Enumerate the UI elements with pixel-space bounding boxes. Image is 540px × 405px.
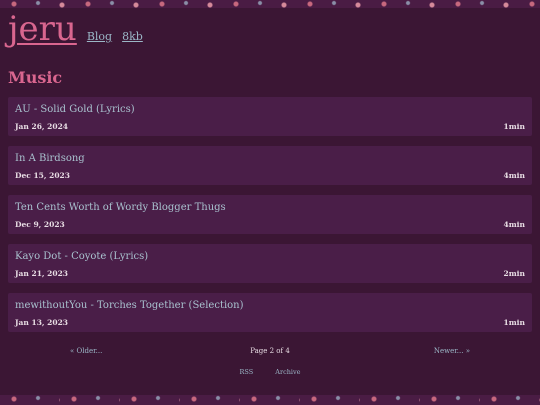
pagination: « Older... Page 2 of 4 Newer... »	[8, 342, 532, 360]
nav-link-8kb[interactable]: 8kb	[122, 30, 143, 43]
newer-posts-link[interactable]: Newer... »	[434, 347, 470, 355]
post-item[interactable]: Ten Cents Worth of Wordy Blogger Thugs D…	[8, 195, 532, 234]
post-title-link[interactable]: Kayo Dot - Coyote (Lyrics)	[15, 251, 148, 262]
site-footer: RSS Archive	[8, 368, 532, 376]
post-date: Jan 26, 2024	[15, 122, 69, 131]
post-date: Jan 13, 2023	[15, 318, 69, 327]
post-date: Dec 15, 2023	[15, 171, 70, 180]
post-list: AU - Solid Gold (Lyrics) Jan 26, 2024 1m…	[8, 97, 532, 332]
post-item[interactable]: AU - Solid Gold (Lyrics) Jan 26, 2024 1m…	[8, 97, 532, 136]
post-item[interactable]: Kayo Dot - Coyote (Lyrics) Jan 21, 2023 …	[8, 244, 532, 283]
nav-link-blog[interactable]: Blog	[87, 30, 112, 43]
post-read-time: 4min	[503, 220, 525, 229]
site-logo-link[interactable]: jeru	[8, 12, 77, 46]
rss-link[interactable]: RSS	[240, 368, 254, 376]
archive-link[interactable]: Archive	[275, 368, 300, 376]
site-header: jeru Blog 8kb	[8, 12, 532, 54]
post-read-time: 2min	[503, 269, 525, 278]
post-date: Jan 21, 2023	[15, 269, 69, 278]
post-read-time: 4min	[503, 171, 525, 180]
floral-border-bottom	[0, 395, 540, 405]
post-read-time: 1min	[503, 318, 525, 327]
post-item[interactable]: In A Birdsong Dec 15, 2023 4min	[8, 146, 532, 185]
post-title-link[interactable]: AU - Solid Gold (Lyrics)	[15, 104, 135, 115]
floral-border-top	[0, 0, 540, 8]
post-item[interactable]: mewithoutYou - Torches Together (Selecti…	[8, 293, 532, 332]
post-title-link[interactable]: mewithoutYou - Torches Together (Selecti…	[15, 300, 244, 311]
post-title-link[interactable]: In A Birdsong	[15, 153, 85, 164]
post-date: Dec 9, 2023	[15, 220, 65, 229]
page: jeru Blog 8kb Music AU - Solid Gold (Lyr…	[8, 8, 532, 376]
page-title: Music	[8, 68, 63, 87]
post-read-time: 1min	[503, 122, 525, 131]
post-title-link[interactable]: Ten Cents Worth of Wordy Blogger Thugs	[15, 202, 226, 213]
